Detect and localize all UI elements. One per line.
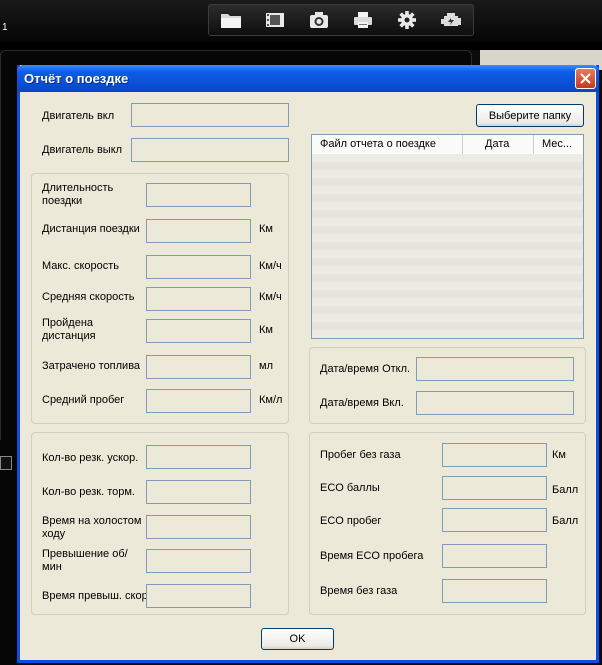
choose-folder-button[interactable]: Выберите папку	[476, 104, 584, 127]
idle-time-field[interactable]	[146, 515, 251, 539]
rpm-exceed-field[interactable]	[146, 549, 251, 573]
app-left-edge	[0, 440, 18, 665]
engine-button[interactable]	[436, 7, 466, 33]
datetime-on-label: Дата/время Вкл.	[320, 397, 404, 409]
sharp-brake-field[interactable]	[146, 480, 251, 504]
dialog-titlebar[interactable]: Отчёт о поездке	[17, 65, 599, 92]
eco-distance-field[interactable]	[442, 508, 547, 532]
printer-icon	[354, 12, 372, 28]
app-index-label: 1	[2, 22, 8, 33]
fuel-spent-label: Затрачено топлива	[42, 360, 141, 372]
coasting-distance-field[interactable]	[442, 443, 547, 467]
column-date[interactable]: Дата	[463, 135, 534, 154]
settings-button[interactable]	[392, 7, 422, 33]
trip-report-list[interactable]: Файл отчета о поездке Дата Мес...	[311, 134, 584, 339]
max-speed-unit: Км/ч	[259, 260, 282, 272]
eco-distance-time-field[interactable]	[442, 544, 547, 568]
avg-mileage-unit: Км/л	[259, 394, 283, 406]
close-icon	[580, 73, 591, 84]
coasting-time-field[interactable]	[442, 579, 547, 603]
app-toolbar	[208, 4, 474, 36]
idle-time-label: Время на холостом ходу	[42, 515, 142, 540]
duration-field[interactable]	[146, 183, 251, 207]
eco-points-field[interactable]	[442, 476, 547, 500]
print-button[interactable]	[348, 7, 378, 33]
avg-speed-field[interactable]	[146, 287, 251, 311]
max-speed-field[interactable]	[146, 255, 251, 279]
eco-distance-label: ECO пробег	[320, 515, 382, 527]
film-button[interactable]	[260, 7, 290, 33]
speeding-time-field[interactable]	[146, 584, 251, 608]
eco-points-unit: Балл	[552, 484, 579, 496]
datetime-off-field[interactable]	[416, 357, 574, 381]
list-header: Файл отчета о поездке Дата Мес...	[312, 135, 583, 155]
covered-distance-unit: Км	[259, 324, 273, 336]
engine-on-field[interactable]	[131, 103, 289, 127]
camera-button[interactable]	[304, 7, 334, 33]
folder-button[interactable]	[216, 7, 246, 33]
eco-distance-unit: Балл	[552, 515, 579, 527]
coasting-distance-label: Пробег без газа	[320, 449, 401, 461]
engine-on-label: Двигатель вкл	[42, 110, 115, 122]
eco-points-label: ECO баллы	[320, 482, 380, 494]
distance-unit: Км	[259, 223, 273, 235]
app-left-tab[interactable]	[0, 456, 12, 470]
covered-distance-label: Пройдена дистанция	[42, 317, 96, 342]
list-body	[312, 154, 583, 338]
coasting-time-label: Время без газа	[320, 585, 398, 597]
coasting-distance-unit: Км	[552, 449, 566, 461]
app-top-strip	[0, 42, 602, 50]
column-month[interactable]: Мес...	[534, 135, 583, 154]
sharp-accel-field[interactable]	[146, 445, 251, 469]
close-button[interactable]	[575, 68, 596, 89]
engine-off-label: Двигатель выкл	[42, 144, 123, 156]
ok-button[interactable]: OK	[261, 628, 334, 650]
folder-icon	[221, 14, 241, 28]
dialog-title: Отчёт о поездке	[24, 71, 129, 86]
distance-label: Дистанция поездки	[42, 223, 140, 235]
max-speed-label: Макс. скорость	[42, 260, 120, 272]
avg-speed-unit: Км/ч	[259, 291, 282, 303]
sharp-accel-label: Кол-во резк. ускор.	[42, 452, 139, 464]
gear-icon	[398, 11, 416, 29]
covered-distance-field[interactable]	[146, 319, 251, 343]
engine-icon	[441, 13, 461, 26]
film-icon	[266, 13, 284, 27]
datetime-on-field[interactable]	[416, 391, 574, 415]
fuel-spent-field[interactable]	[146, 355, 251, 379]
speeding-time-label: Время превыш. скор	[42, 590, 148, 602]
avg-mileage-field[interactable]	[146, 389, 251, 413]
column-file[interactable]: Файл отчета о поездке	[312, 135, 463, 154]
camera-icon	[310, 12, 328, 28]
distance-field[interactable]	[146, 219, 251, 243]
sharp-brake-label: Кол-во резк. торм.	[42, 486, 135, 498]
duration-label: Длительность поездки	[42, 182, 114, 207]
engine-off-field[interactable]	[131, 138, 289, 162]
datetime-off-label: Дата/время Откл.	[320, 363, 411, 375]
avg-mileage-label: Средний пробег	[42, 394, 125, 406]
fuel-spent-unit: мл	[259, 360, 273, 372]
rpm-exceed-label: Превышение об/мин	[42, 548, 128, 573]
eco-distance-time-label: Время ECO пробега	[320, 550, 424, 562]
avg-speed-label: Средняя скорость	[42, 291, 135, 303]
